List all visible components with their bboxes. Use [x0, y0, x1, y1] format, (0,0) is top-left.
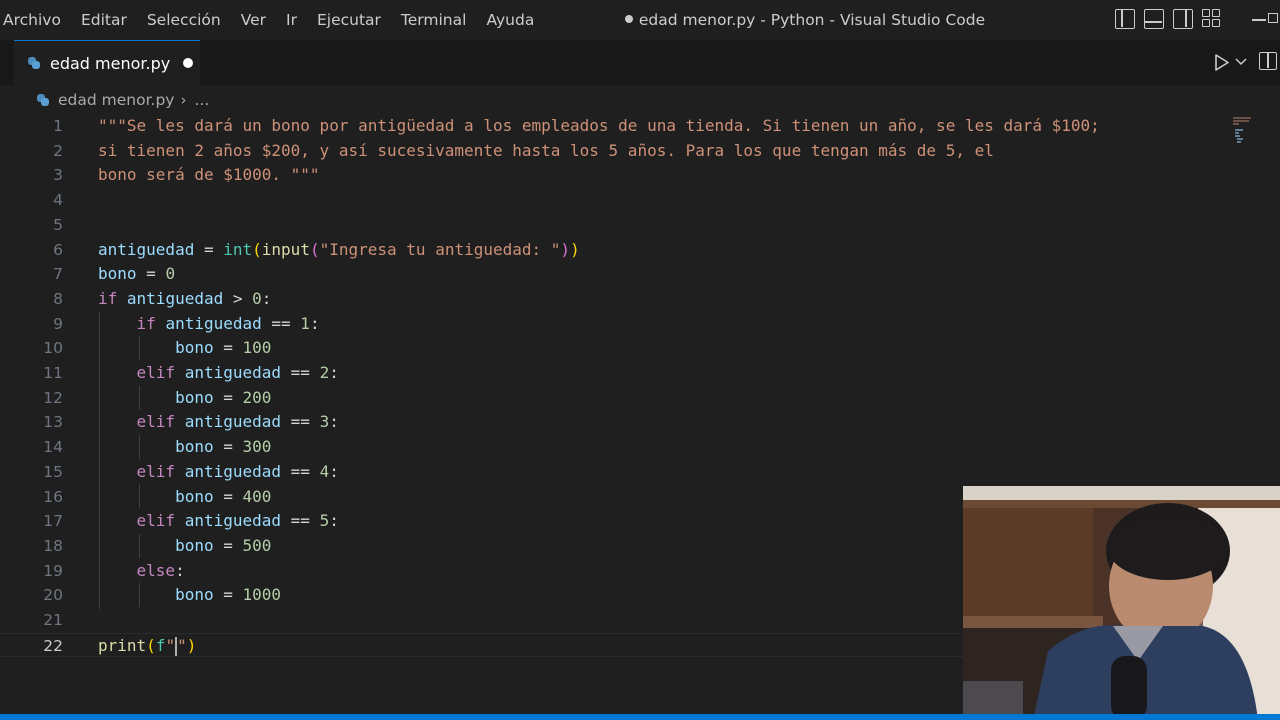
- menu-ejecutar[interactable]: Ejecutar: [307, 0, 391, 40]
- layout-panel-icon[interactable]: [1144, 9, 1164, 29]
- code-line: 8 if antiguedad > 0:: [53, 288, 272, 308]
- layout-sidebar-icon[interactable]: [1115, 9, 1135, 29]
- restore-icon[interactable]: [1268, 13, 1278, 23]
- code-line: 10 bono = 100: [43, 338, 272, 358]
- code-line: 1 """Se les dará un bono por antigüedad a…: [53, 116, 1100, 135]
- breadcrumb: edad menor.py › ...: [36, 86, 209, 114]
- code-line: 14 bono = 300: [43, 437, 272, 457]
- chevron-right-icon: ›: [180, 91, 187, 109]
- code-line: 5: [53, 215, 63, 234]
- code-line: 11 elif antiguedad == 2:: [43, 363, 339, 382]
- layout-controls: [1115, 9, 1222, 29]
- tab-edad-menor[interactable]: edad menor.py: [14, 40, 200, 85]
- menu-terminal[interactable]: Terminal: [391, 0, 477, 40]
- split-editor-icon[interactable]: [1259, 52, 1277, 70]
- tab-label: edad menor.py: [50, 53, 171, 73]
- menu-ver[interactable]: Ver: [231, 0, 276, 40]
- code-line: 3 bono será de $1000. """: [53, 165, 320, 185]
- minimap[interactable]: [1233, 114, 1253, 154]
- code-line: 4: [53, 191, 63, 210]
- menu-archivo[interactable]: Archivo: [0, 0, 71, 40]
- code-line: 13 elif antiguedad == 3:: [43, 412, 339, 432]
- unsaved-dot-icon: [624, 14, 633, 23]
- minimize-icon[interactable]: [1252, 19, 1266, 21]
- tab-bar: edad menor.py: [0, 40, 1280, 85]
- breadcrumb-more[interactable]: ...: [194, 91, 209, 109]
- code-line: 2 si tienen 2 años $200, y así sucesivame…: [53, 140, 994, 160]
- title-bar: Archivo Editar Selección Ver Ir Ejecutar…: [0, 0, 1280, 40]
- code-line: 7 bono = 0: [53, 264, 176, 284]
- status-bar: [0, 714, 1280, 720]
- menu-editar[interactable]: Editar: [71, 0, 137, 40]
- breadcrumb-file[interactable]: edad menor.py: [58, 91, 174, 109]
- code-line: 9 if antiguedad == 1:: [53, 313, 320, 333]
- chevron-down-icon[interactable]: [1235, 55, 1247, 67]
- python-file-icon: [36, 93, 50, 107]
- code-line: 12 bono = 200: [43, 387, 272, 407]
- window-title-text: edad menor.py - Python - Visual Studio C…: [638, 11, 986, 29]
- menu-seleccion[interactable]: Selección: [137, 0, 231, 40]
- menu-bar: Archivo Editar Selección Ver Ir Ejecutar…: [0, 0, 544, 40]
- code-line: 15 elif antiguedad == 4:: [43, 461, 339, 481]
- webcam-overlay: [963, 486, 1280, 720]
- python-file-icon: [27, 56, 41, 70]
- menu-ir[interactable]: Ir: [276, 0, 307, 40]
- menu-ayuda[interactable]: Ayuda: [476, 0, 544, 40]
- unsaved-changes-icon[interactable]: [183, 58, 194, 68]
- layout-secondary-icon[interactable]: [1173, 9, 1193, 29]
- customize-layout-icon[interactable]: [1202, 9, 1222, 29]
- webcam-image: [963, 486, 1280, 720]
- code-line: 6 antiguedad = int(input("Ingresa tu anti…: [0, 238, 1230, 263]
- code-line-6: antiguedad = int(input("Ingresa tu antig…: [98, 239, 580, 259]
